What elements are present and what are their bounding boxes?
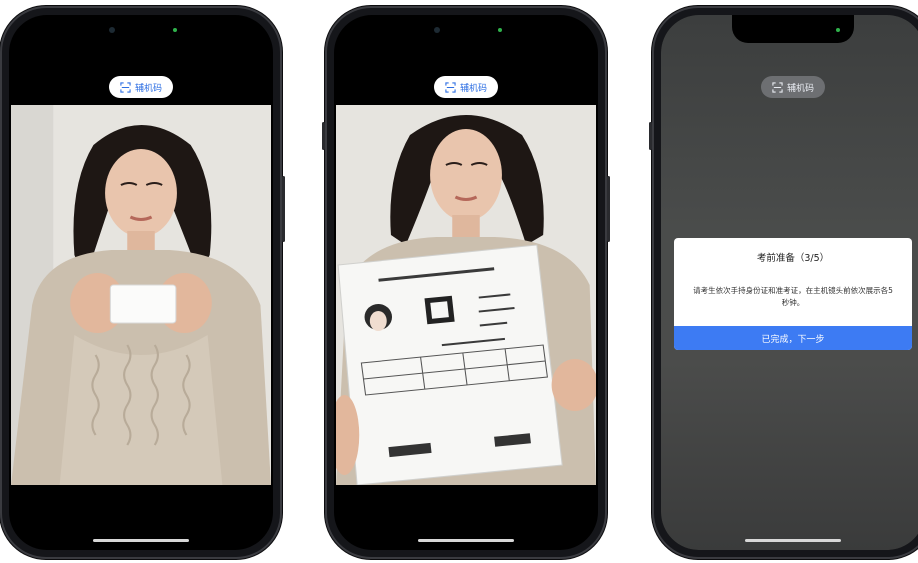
indicator-dot-icon [836,28,840,32]
dialog-message: 请考生依次手持身份证和准考证，在主机镜头前依次展示各5秒钟。 [693,286,893,307]
camera-feed-admission-ticket [336,105,596,485]
dynamic-island [85,15,197,39]
phone-frame-3: 辅机码 考前准备（3/5） 请考生依次手持身份证和准考证，在主机镜头前依次展示各… [649,6,918,559]
notch [732,15,854,43]
phone-screen-2: 辅机码 [334,15,598,550]
aux-code-label: 辅机码 [786,83,815,94]
front-camera-icon [109,27,115,33]
aux-code-label: 辅机码 [459,83,488,94]
aux-code-button[interactable]: 辅机码 [760,76,826,98]
dialog-title: 考前准备（3/5） [756,253,830,264]
phone-screen-3: 辅机码 考前准备（3/5） 请考生依次手持身份证和准考证，在主机镜头前依次展示各… [661,15,918,550]
home-indicator [93,539,189,542]
scan-frame-icon [120,81,131,93]
home-indicator [745,539,841,542]
aux-code-button[interactable]: 辅机码 [433,76,499,98]
exam-prep-dialog: 考前准备（3/5） 请考生依次手持身份证和准考证，在主机镜头前依次展示各5秒钟。… [674,238,912,350]
phone-screen-1: 辅机码 [9,15,273,550]
phone-frame-1: 辅机码 [0,6,285,559]
home-indicator [418,539,514,542]
aux-code-label: 辅机码 [134,83,163,94]
front-camera-icon [434,27,440,33]
scan-frame-icon [445,81,456,93]
aux-code-button[interactable]: 辅机码 [108,76,174,98]
phone-frame-2: 辅机码 [322,6,610,559]
indicator-dot-icon [498,28,502,32]
camera-feed-id-card [11,105,271,485]
dynamic-island [410,15,522,39]
next-step-button[interactable]: 已完成，下一步 [674,326,912,350]
indicator-dot-icon [173,28,177,32]
scan-frame-icon [772,81,783,93]
